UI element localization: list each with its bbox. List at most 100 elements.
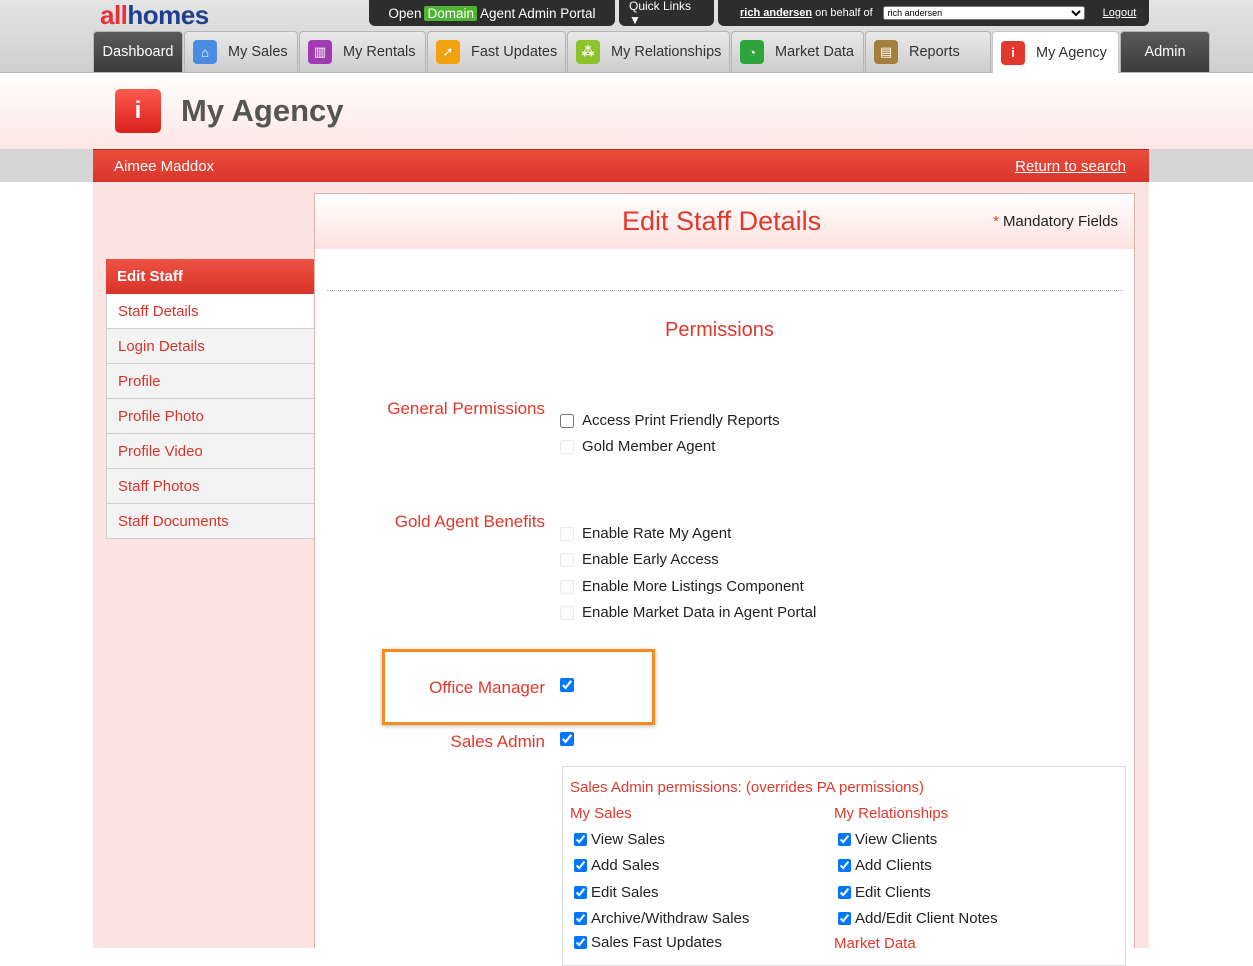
sidenav-item-staff-documents[interactable]: Staff Documents xyxy=(106,504,315,539)
market-data-agent-portal-checkbox xyxy=(560,605,574,620)
building-icon: ▥ xyxy=(308,40,332,64)
office-manager-checkbox[interactable] xyxy=(560,678,574,692)
edit-sales-option: Edit Sales xyxy=(574,884,659,901)
tab-admin[interactable]: Admin xyxy=(1120,31,1210,72)
tab-label: My Relationships xyxy=(611,44,722,60)
view-clients-checkbox[interactable] xyxy=(838,833,851,846)
tab-label: Reports xyxy=(909,44,960,60)
edit-clients-checkbox[interactable] xyxy=(838,886,851,899)
sales-admin-permissions-box: Sales Admin permissions: (overrides PA p… xyxy=(562,766,1126,966)
edit-staff-heading: Edit Staff xyxy=(106,259,315,294)
archive-withdraw-sales-checkbox[interactable] xyxy=(574,912,587,925)
mandatory-text: Mandatory Fields xyxy=(1002,213,1118,230)
gold-member-agent-option: Gold Member Agent xyxy=(560,438,715,455)
sidenav-item-staff-photos[interactable]: Staff Photos xyxy=(106,469,315,504)
logo-part-homes: homes xyxy=(127,0,209,30)
option-label: Enable Rate My Agent xyxy=(582,525,732,542)
page-title: My Agency xyxy=(181,93,344,128)
sidenav-item-profile-photo[interactable]: Profile Photo xyxy=(106,399,315,434)
info-person-icon: i xyxy=(1001,40,1025,65)
tab-my-agency[interactable]: i My Agency xyxy=(992,31,1119,73)
return-to-search-link[interactable]: Return to search xyxy=(1015,158,1126,175)
sales-fast-updates-checkbox[interactable] xyxy=(574,936,587,949)
section-header: i My Agency xyxy=(0,73,1253,149)
tab-fast-updates[interactable]: ➚ Fast Updates xyxy=(427,31,566,72)
tab-dashboard[interactable]: Dashboard xyxy=(93,31,183,72)
tab-label: My Agency xyxy=(1036,44,1107,61)
tab-label: My Sales xyxy=(228,44,288,60)
people-icon: ⁂ xyxy=(576,40,600,64)
add-clients-checkbox[interactable] xyxy=(838,859,851,872)
open-domain-portal-link[interactable]: Open Domain Agent Admin Portal xyxy=(369,0,615,26)
market-data-heading: Market Data xyxy=(834,935,916,952)
early-access-option: Enable Early Access xyxy=(560,551,719,568)
option-label: Edit Sales xyxy=(591,884,659,901)
gold-member-agent-checkbox xyxy=(560,439,574,454)
tab-label: My Rentals xyxy=(343,44,416,60)
sidenav-item-login-details[interactable]: Login Details xyxy=(106,329,315,364)
add-sales-checkbox[interactable] xyxy=(574,859,587,872)
sidenav-item-staff-details[interactable]: Staff Details xyxy=(106,294,315,329)
edit-sales-checkbox[interactable] xyxy=(574,886,587,899)
client-notes-checkbox[interactable] xyxy=(838,912,851,925)
early-access-checkbox xyxy=(560,552,574,567)
view-sales-option: View Sales xyxy=(574,831,665,848)
on-behalf-of-select[interactable]: rich andersen xyxy=(882,6,1085,20)
more-listings-checkbox xyxy=(560,579,574,594)
domain-badge: Domain xyxy=(424,5,477,21)
tab-label: Dashboard xyxy=(102,44,174,60)
gold-agent-benefits-label: Gold Agent Benefits xyxy=(394,512,545,531)
view-sales-checkbox[interactable] xyxy=(574,833,587,846)
sales-admin-permissions-title: Sales Admin permissions: (overrides PA p… xyxy=(570,779,925,796)
sales-admin-checkbox[interactable] xyxy=(560,732,574,746)
my-relationships-heading: My Relationships xyxy=(834,805,949,822)
tab-label: Admin xyxy=(1144,44,1186,60)
permissions-heading: Permissions xyxy=(665,319,774,341)
sales-fast-updates-option: Sales Fast Updates xyxy=(574,934,722,951)
edit-staff-menu: Edit Staff Staff Details Login Details P… xyxy=(106,259,315,539)
tab-my-relationships[interactable]: ⁂ My Relationships xyxy=(567,31,730,72)
allhomes-logo[interactable]: allhomes xyxy=(100,0,209,31)
tab-reports[interactable]: ▤ Reports xyxy=(865,31,991,72)
panel-header: Edit Staff Details * Mandatory Fields xyxy=(315,194,1134,249)
tab-my-sales[interactable]: ⌂ My Sales xyxy=(184,31,298,72)
rate-my-agent-checkbox xyxy=(560,526,574,541)
tab-label: Market Data xyxy=(775,44,854,60)
rate-my-agent-option: Enable Rate My Agent xyxy=(560,525,731,542)
staff-bar: Aimee Maddox Return to search xyxy=(93,149,1149,182)
quick-links-button[interactable]: Quick Links ▼ xyxy=(619,0,714,27)
archive-withdraw-sales-option: Archive/Withdraw Sales xyxy=(574,910,749,927)
view-clients-option: View Clients xyxy=(838,831,937,848)
tab-market-data[interactable]: ◔ Market Data xyxy=(731,31,864,72)
sidenav-item-profile-video[interactable]: Profile Video xyxy=(106,434,315,469)
office-manager-option xyxy=(560,678,582,692)
divider xyxy=(327,290,1123,291)
logout-link[interactable]: Logout xyxy=(1103,7,1137,19)
option-label: Add Sales xyxy=(591,857,660,874)
option-label: Archive/Withdraw Sales xyxy=(591,910,750,927)
mandatory-fields-note: * Mandatory Fields xyxy=(993,213,1118,230)
office-manager-label: Office Manager xyxy=(429,678,545,697)
user-bar: rich andersen on behalf of rich andersen… xyxy=(718,0,1149,26)
logo-part-all: all xyxy=(100,0,128,30)
tab-label: Fast Updates xyxy=(471,44,558,60)
my-agency-icon: i xyxy=(115,89,161,133)
tab-my-rentals[interactable]: ▥ My Rentals xyxy=(299,31,426,72)
edit-staff-panel: Edit Staff Details * Mandatory Fields Per… xyxy=(314,193,1135,966)
mandatory-star: * xyxy=(993,213,999,230)
option-label: View Sales xyxy=(591,831,665,848)
on-behalf-of-label: on behalf of xyxy=(815,7,873,19)
sidenav-item-profile[interactable]: Profile xyxy=(106,364,315,399)
add-clients-option: Add Clients xyxy=(838,857,932,874)
option-label: Enable More Listings Component xyxy=(582,578,804,595)
print-friendly-reports-checkbox[interactable] xyxy=(560,413,574,428)
option-label: View Clients xyxy=(855,831,938,848)
option-label: Enable Market Data in Agent Portal xyxy=(582,604,817,621)
my-sales-heading: My Sales xyxy=(570,805,632,822)
edit-clients-option: Edit Clients xyxy=(838,884,931,901)
option-label: Sales Fast Updates xyxy=(591,934,722,951)
folder-icon: ▤ xyxy=(874,40,898,64)
user-name-link[interactable]: rich andersen xyxy=(740,7,812,19)
quick-links-label: Quick Links ▼ xyxy=(629,0,692,27)
option-label: Edit Clients xyxy=(855,884,931,901)
